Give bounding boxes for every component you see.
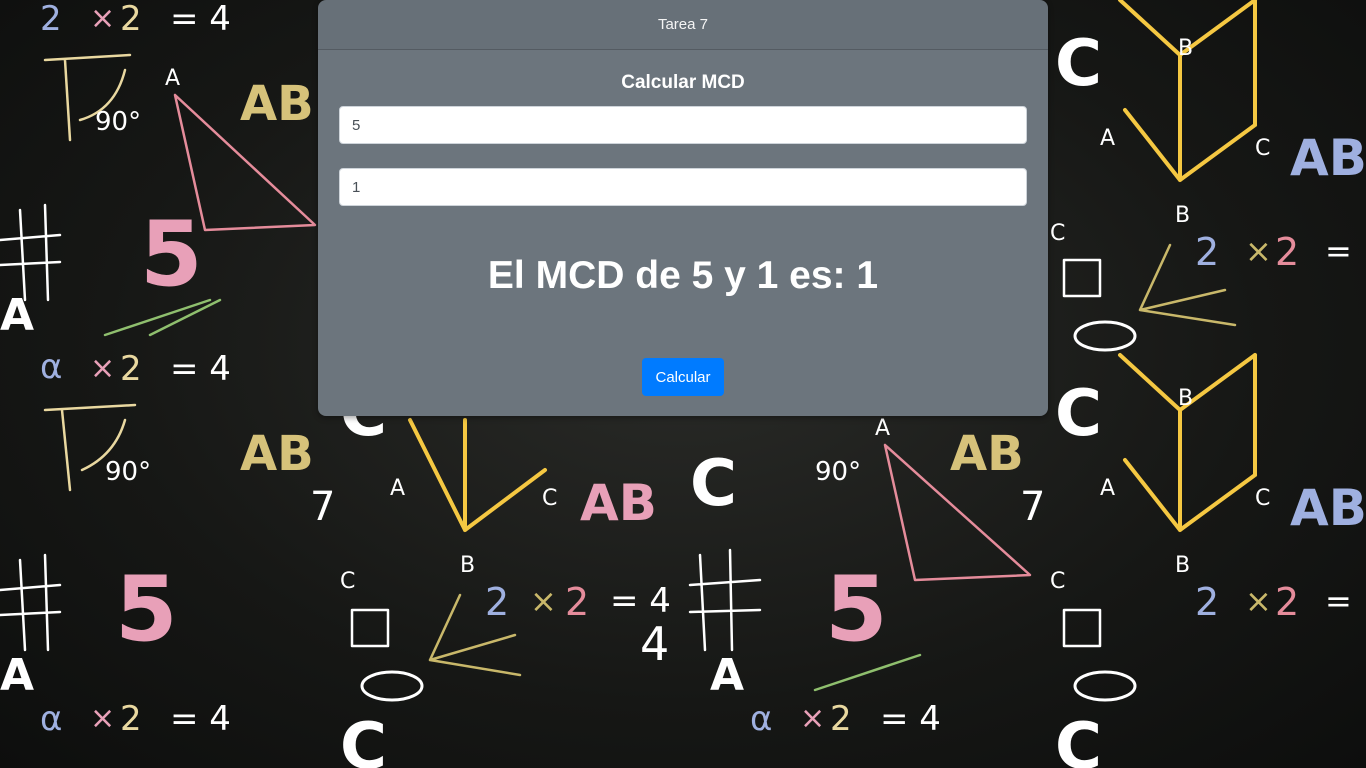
svg-text:2: 2 — [1275, 580, 1299, 624]
svg-text:7: 7 — [310, 484, 335, 530]
svg-text:B: B — [1175, 553, 1190, 578]
svg-text:2: 2 — [120, 699, 142, 739]
svg-text:×: × — [90, 701, 115, 736]
svg-text:×: × — [90, 1, 115, 36]
svg-text:C: C — [1055, 27, 1102, 101]
svg-text:C: C — [340, 569, 355, 594]
svg-text:= 4: = 4 — [170, 699, 231, 739]
svg-text:=: = — [1325, 232, 1352, 270]
svg-text:5: 5 — [825, 557, 888, 662]
svg-text:90°: 90° — [95, 107, 141, 137]
svg-text:A: A — [875, 416, 890, 441]
svg-text:2: 2 — [120, 349, 142, 389]
svg-text:2: 2 — [40, 0, 62, 39]
svg-text:= 4: = 4 — [610, 581, 671, 621]
svg-text:AB: AB — [240, 76, 314, 132]
svg-text:B: B — [460, 553, 475, 578]
svg-text:= 4: = 4 — [170, 0, 231, 39]
header-title: Tarea 7 — [657, 16, 709, 33]
svg-text:2: 2 — [1195, 580, 1219, 624]
svg-text:2: 2 — [1275, 230, 1299, 274]
svg-text:C: C — [1050, 221, 1065, 246]
calcular-button[interactable]: Calcular — [642, 358, 724, 396]
svg-text:= 4: = 4 — [170, 349, 231, 389]
svg-text:2: 2 — [1195, 230, 1219, 274]
svg-text:C: C — [1255, 136, 1270, 161]
svg-text:A: A — [0, 290, 34, 341]
svg-text:×: × — [1245, 582, 1272, 620]
card-header: Tarea 7 — [318, 0, 1048, 50]
svg-text:A: A — [1100, 476, 1115, 501]
svg-text:C: C — [1255, 486, 1270, 511]
result-text: El MCD de 5 y 1 es: 1 — [487, 254, 879, 297]
svg-text:7: 7 — [1020, 484, 1045, 530]
svg-text:AB: AB — [580, 474, 657, 532]
svg-text:×: × — [1245, 232, 1272, 270]
svg-text:B: B — [1175, 203, 1190, 228]
svg-text:A: A — [1100, 126, 1115, 151]
svg-text:A: A — [165, 66, 180, 91]
svg-text:×: × — [800, 701, 825, 736]
svg-text:90°: 90° — [105, 457, 151, 487]
svg-text:AB: AB — [1290, 479, 1366, 537]
svg-text:AB: AB — [950, 426, 1024, 482]
svg-text:AB: AB — [240, 426, 314, 482]
svg-text:2: 2 — [830, 699, 852, 739]
svg-text:α: α — [40, 699, 62, 739]
svg-text:A: A — [390, 476, 405, 501]
svg-text:2: 2 — [120, 0, 142, 39]
svg-text:90°: 90° — [815, 457, 861, 487]
svg-text:α: α — [40, 347, 62, 387]
number1-input[interactable] — [339, 106, 1027, 144]
svg-text:AB: AB — [1290, 129, 1366, 187]
form-title: Calcular MCD — [621, 72, 745, 93]
svg-text:4: 4 — [640, 617, 669, 671]
svg-text:A: A — [710, 650, 744, 701]
mcd-card: Tarea 7 Calcular MCD El MCD de 5 y 1 es:… — [318, 0, 1048, 416]
svg-text:α: α — [750, 699, 772, 739]
svg-text:= 4: = 4 — [880, 699, 941, 739]
number2-input[interactable] — [339, 168, 1027, 206]
svg-text:C: C — [1050, 569, 1065, 594]
svg-text:×: × — [90, 351, 115, 386]
svg-text:A: A — [0, 650, 34, 701]
svg-text:C: C — [690, 447, 737, 521]
svg-text:×: × — [530, 582, 557, 620]
svg-text:2: 2 — [565, 580, 589, 624]
svg-text:5: 5 — [140, 202, 203, 307]
svg-text:C: C — [1055, 710, 1102, 768]
svg-text:5: 5 — [115, 557, 178, 662]
svg-text:=: = — [1325, 582, 1352, 620]
svg-text:2: 2 — [485, 580, 509, 624]
svg-text:C: C — [340, 710, 387, 768]
svg-text:B: B — [1178, 36, 1193, 61]
svg-text:C: C — [542, 486, 557, 511]
svg-text:B: B — [1178, 386, 1193, 411]
svg-text:C: C — [1055, 377, 1102, 451]
